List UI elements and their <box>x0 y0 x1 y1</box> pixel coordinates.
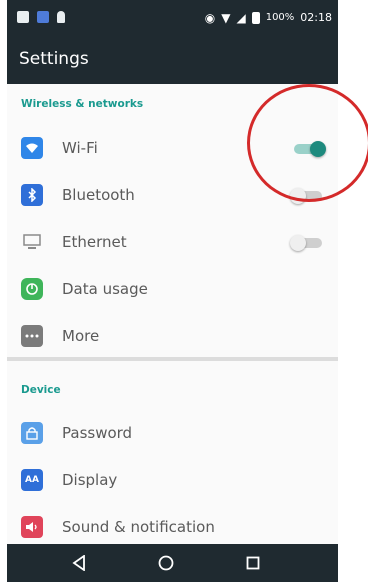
status-indicators: ◉ ▼ ◢ 100% 02:18 <box>205 11 332 24</box>
settings-item-more[interactable]: More <box>7 314 338 360</box>
bluetooth-icon <box>21 184 43 206</box>
page-title: Settings <box>19 49 89 69</box>
app-notification-icon <box>37 11 49 23</box>
recents-icon[interactable] <box>243 553 263 573</box>
clock: 02:18 <box>300 11 332 24</box>
navigation-bar <box>7 544 338 582</box>
settings-item-label: Sound & notification <box>62 518 215 536</box>
bluetooth-toggle[interactable] <box>290 188 326 204</box>
cell-signal-icon: ◢ <box>236 10 246 25</box>
wifi-signal-icon: ▼ <box>221 10 231 25</box>
password-icon <box>21 422 43 444</box>
settings-item-label: Bluetooth <box>62 186 135 204</box>
settings-item-wifi[interactable]: Wi-Fi <box>7 126 338 172</box>
wifi-icon <box>21 137 43 159</box>
settings-item-label: Data usage <box>62 280 148 298</box>
settings-item-display[interactable]: AA Display <box>7 458 338 504</box>
home-icon[interactable] <box>156 553 176 573</box>
location-icon <box>57 11 65 23</box>
battery-icon <box>251 11 260 24</box>
section-header-device: Device <box>21 384 61 396</box>
wifi-toggle[interactable] <box>290 141 326 157</box>
ethernet-toggle[interactable] <box>290 235 326 251</box>
section-divider <box>7 357 338 361</box>
phone-screen: ◉ ▼ ◢ 100% 02:18 Settings Wireless & net… <box>7 0 338 582</box>
settings-item-ethernet[interactable]: Ethernet <box>7 220 338 266</box>
settings-item-label: More <box>62 327 100 345</box>
settings-item-label: Display <box>62 471 118 489</box>
settings-list: Wireless & networks Wi-Fi Bluetooth Ethe… <box>7 84 338 544</box>
notification-icons <box>17 11 65 23</box>
settings-item-data-usage[interactable]: Data usage <box>7 267 338 313</box>
settings-item-password[interactable]: Password <box>7 411 338 457</box>
settings-item-label: Ethernet <box>62 233 127 251</box>
notification-icon <box>17 11 29 23</box>
back-icon[interactable] <box>69 553 89 573</box>
status-bar: ◉ ▼ ◢ 100% 02:18 <box>7 0 338 38</box>
display-icon: AA <box>21 469 43 491</box>
vibrate-icon: ◉ <box>204 10 216 25</box>
more-icon <box>21 325 43 347</box>
section-header-wireless: Wireless & networks <box>21 98 144 110</box>
ethernet-icon <box>21 231 43 253</box>
sound-icon <box>21 516 43 538</box>
battery-percent: 100% <box>265 12 295 23</box>
settings-item-bluetooth[interactable]: Bluetooth <box>7 173 338 219</box>
settings-item-label: Password <box>62 424 133 442</box>
action-bar: Settings <box>7 38 338 84</box>
settings-item-label: Wi-Fi <box>62 139 98 157</box>
data-usage-icon <box>21 278 43 300</box>
